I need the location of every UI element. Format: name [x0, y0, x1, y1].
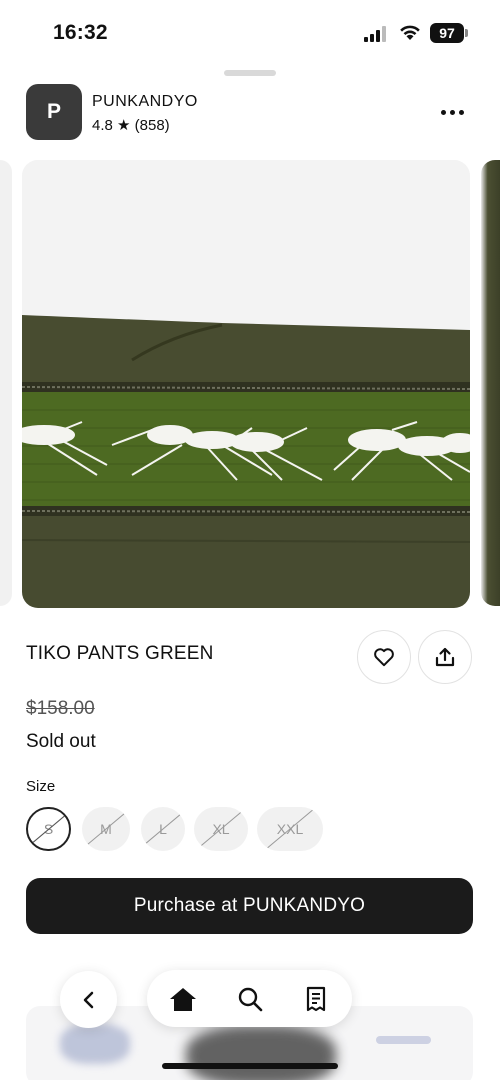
unavailable-slash	[194, 807, 248, 851]
availability-status: Sold out	[26, 731, 96, 752]
signal-icon	[364, 26, 388, 42]
unavailable-slash	[82, 807, 130, 851]
unavailable-slash	[141, 808, 185, 850]
unavailable-slash	[29, 812, 68, 846]
size-option-xxl[interactable]: XXL	[257, 807, 323, 851]
shop-name[interactable]: PUNKANDYO	[92, 93, 198, 111]
home-indicator	[162, 1063, 338, 1069]
previous-image-peek[interactable]	[0, 160, 12, 606]
sheet-grabber[interactable]	[224, 70, 276, 76]
product-photo-icon	[22, 160, 470, 608]
back-button[interactable]	[60, 971, 117, 1028]
size-option-l[interactable]: L	[141, 807, 185, 851]
receipt-icon[interactable]	[300, 983, 332, 1015]
battery-icon: 97	[430, 23, 468, 43]
next-image-peek[interactable]	[481, 160, 500, 606]
size-label: Size	[26, 778, 56, 795]
like-button[interactable]	[357, 630, 411, 684]
share-button[interactable]	[418, 630, 472, 684]
dot	[458, 109, 464, 115]
purchase-button[interactable]: Purchase at PUNKANDYO	[26, 878, 473, 934]
related-item-image	[60, 1024, 130, 1064]
dot	[449, 109, 455, 115]
wifi-icon	[398, 23, 422, 41]
search-icon[interactable]	[234, 983, 266, 1015]
status-bar: 16:32 97	[0, 0, 500, 62]
share-icon	[435, 647, 455, 667]
heart-icon	[374, 648, 394, 667]
shop-rating: 4.8 ★ (858)	[92, 117, 170, 134]
size-option-m[interactable]: M	[82, 807, 130, 851]
size-option-s[interactable]: S	[26, 807, 71, 851]
shop-avatar[interactable]: P	[26, 84, 82, 140]
chevron-left-icon	[83, 991, 93, 1008]
product-title: TIKO PANTS GREEN	[26, 643, 214, 664]
original-price: $158.00	[26, 698, 95, 719]
related-item-image	[186, 1026, 336, 1080]
status-time: 16:32	[53, 21, 108, 44]
more-options-button[interactable]	[434, 100, 470, 124]
related-item-image	[376, 1036, 431, 1044]
size-option-xl[interactable]: XL	[194, 807, 248, 851]
product-image[interactable]	[22, 160, 470, 608]
bottom-nav	[147, 970, 352, 1027]
unavailable-slash	[257, 807, 323, 851]
home-icon[interactable]	[167, 983, 199, 1015]
dot	[440, 109, 446, 115]
